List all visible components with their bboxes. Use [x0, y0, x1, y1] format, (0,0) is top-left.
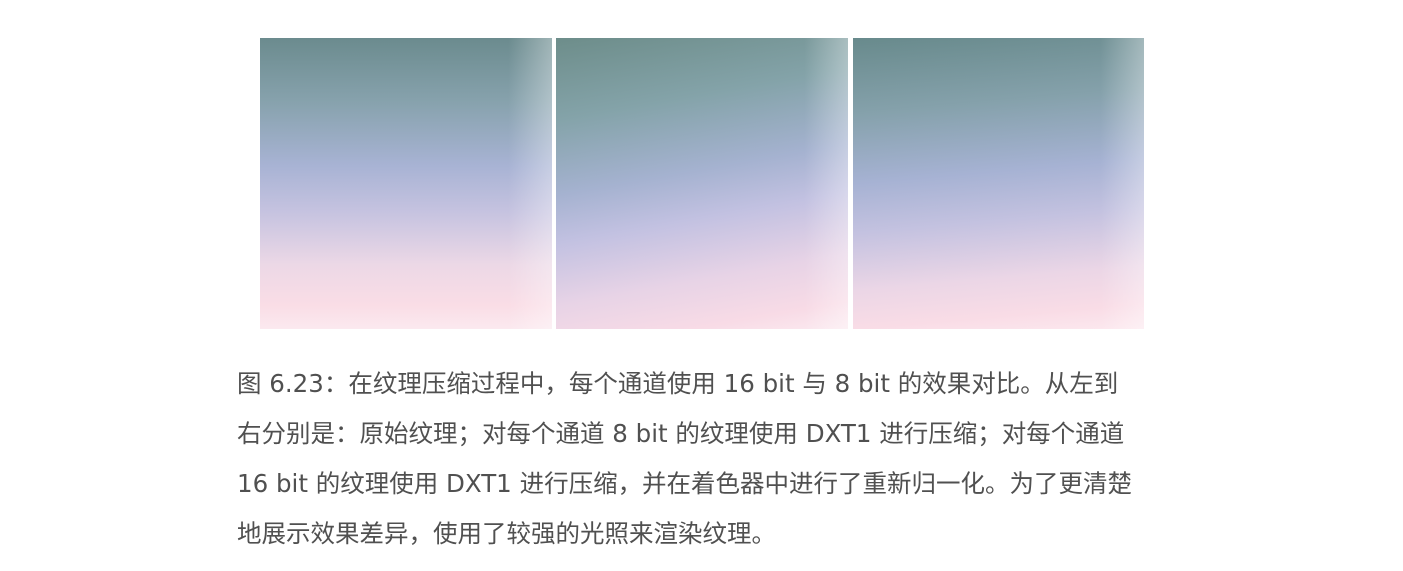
original-texture-image: [260, 38, 552, 329]
caption-line-4: 地展示效果差异，使用了较强的光照来渲染纹理。: [237, 519, 776, 548]
dxt1-16bit-texture-image: [853, 38, 1144, 329]
caption-line-3: 16 bit 的纹理使用 DXT1 进行压缩，并在着色器中进行了重新归一化。为了…: [237, 469, 1133, 498]
caption-line-2: 右分别是：原始纹理；对每个通道 8 bit 的纹理使用 DXT1 进行压缩；对每…: [237, 419, 1125, 448]
figure-image-row: [260, 38, 1144, 329]
caption-line-1: 图 6.23：在纹理压缩过程中，每个通道使用 16 bit 与 8 bit 的效…: [237, 369, 1119, 398]
figure-caption: 图 6.23：在纹理压缩过程中，每个通道使用 16 bit 与 8 bit 的效…: [237, 359, 1197, 559]
dxt1-8bit-texture-image: [556, 38, 848, 329]
